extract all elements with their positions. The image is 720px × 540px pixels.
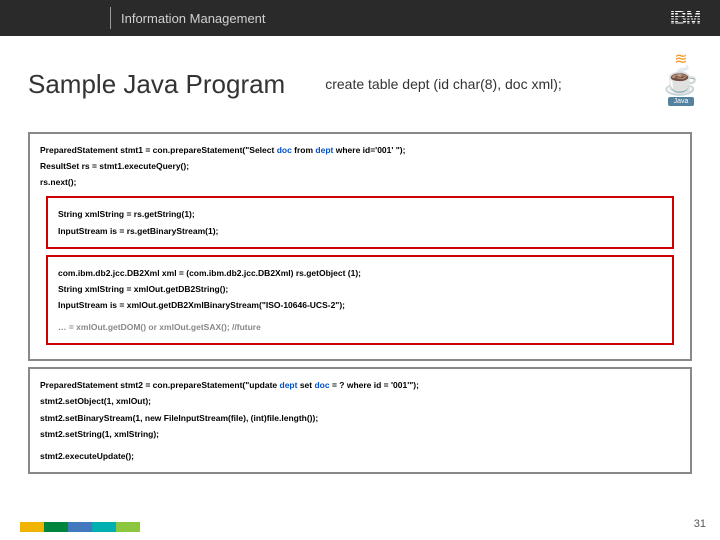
- header-left: Information Management: [0, 0, 266, 36]
- color-strip-icon: [20, 522, 140, 532]
- code-block-select: PreparedStatement stmt1 = con.prepareSta…: [28, 132, 692, 361]
- page-number: 31: [694, 518, 706, 530]
- code-highlight-box-1: String xmlString = rs.getString(1); Inpu…: [46, 196, 674, 248]
- code-line: com.ibm.db2.jcc.DB2Xml xml = (com.ibm.db…: [58, 265, 662, 281]
- code-line-future: … = xmlOut.getDOM() or xmlOut.getSAX(); …: [58, 319, 662, 335]
- sql-subtitle: create table dept (id char(8), doc xml);: [325, 76, 562, 92]
- code-line: String xmlString = rs.getString(1);: [58, 206, 662, 222]
- code-line: String xmlString = xmlOut.getDB2String()…: [58, 281, 662, 297]
- header-divider: [110, 7, 111, 29]
- product-line: Information Management: [121, 11, 266, 26]
- title-row: Sample Java Program create table dept (i…: [0, 36, 720, 126]
- code-line: PreparedStatement stmt2 = con.prepareSta…: [40, 377, 680, 393]
- code-line: ResultSet rs = stmt1.executeQuery();: [40, 158, 680, 174]
- java-logo-label: Java: [668, 97, 695, 106]
- page-title: Sample Java Program: [28, 69, 285, 100]
- code-line: stmt2.setString(1, xmlString);: [40, 426, 680, 442]
- code-line: InputStream is = xmlOut.getDB2XmlBinaryS…: [58, 297, 662, 313]
- code-line: stmt2.setObject(1, xmlOut);: [40, 393, 680, 409]
- code-line: InputStream is = rs.getBinaryStream(1);: [58, 223, 662, 239]
- ibm-logo: IBM: [670, 8, 700, 29]
- footer: 31: [0, 522, 720, 540]
- code-line: PreparedStatement stmt1 = con.prepareSta…: [40, 142, 680, 158]
- code-line: stmt2.setBinaryStream(1, new FileInputSt…: [40, 410, 680, 426]
- code-line: rs.next();: [40, 174, 680, 190]
- code-highlight-box-2: com.ibm.db2.jcc.DB2Xml xml = (com.ibm.db…: [46, 255, 674, 346]
- code-line: stmt2.executeUpdate();: [40, 448, 680, 464]
- java-logo-icon: ≋ ☕ Java: [658, 54, 704, 114]
- header-bar: Information Management IBM: [0, 0, 720, 36]
- code-block-update: PreparedStatement stmt2 = con.prepareSta…: [28, 367, 692, 474]
